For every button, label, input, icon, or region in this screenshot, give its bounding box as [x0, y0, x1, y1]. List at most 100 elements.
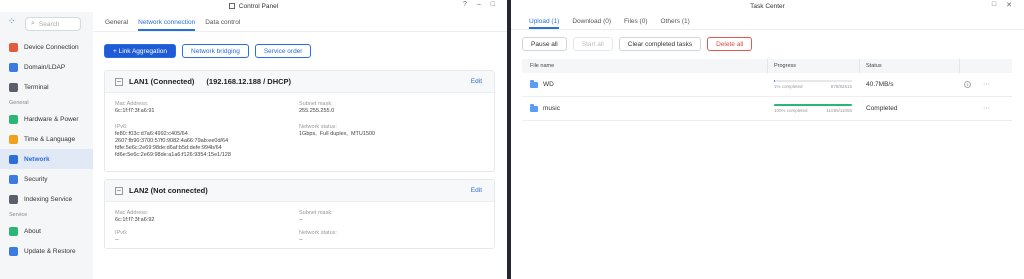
pause-all-button[interactable]: Pause all [522, 37, 567, 51]
close-button[interactable]: ✕ [1006, 1, 1012, 9]
search-placeholder: Search [38, 20, 60, 28]
task-center-titlebar: Task Center □ ✕ [511, 0, 1024, 12]
about-icon [9, 226, 18, 236]
lan2-network-status: Network status: -- [299, 230, 337, 244]
column-header-name: File name [530, 63, 555, 69]
sidebar-item-label: Update & Restore [24, 247, 76, 255]
sidebar: Device Connection Domain/LDAP Terminal G… [0, 37, 93, 279]
lan1-edit-link[interactable]: Edit [471, 78, 482, 85]
field-value: 6c:1f:f7:3f:a6:91 [115, 108, 155, 114]
status-cell: Completed [866, 105, 898, 112]
sidebar-item-label: Hardware & Power [24, 115, 79, 123]
field-value: -- [299, 217, 303, 223]
sidebar-item-terminal[interactable]: Terminal [0, 77, 93, 97]
hardware-power-icon [9, 114, 18, 124]
pause-icon[interactable]: ll [964, 81, 971, 88]
lan1-header: – LAN1 (Connected) (192.168.12.188 / DHC… [105, 71, 494, 93]
sidebar-item-label: Security [24, 175, 48, 183]
tab-general[interactable]: General [105, 19, 128, 31]
update-restore-icon [9, 246, 18, 256]
sidebar-item-security[interactable]: Security [0, 169, 93, 189]
domain-ldap-icon [9, 62, 18, 72]
table-row[interactable]: music 100% completed 11055/11055 Complet… [522, 97, 1012, 121]
network-action-buttons: + Link Aggregation Network bridging Serv… [104, 44, 312, 58]
task-center-window: Task Center □ ✕ Upload (1) Download (0) … [511, 0, 1024, 279]
sidebar-item-label: Terminal [24, 83, 49, 91]
tab-upload[interactable]: Upload (1) [529, 18, 560, 29]
tab-bar: General Network connection Data control [93, 12, 507, 32]
sidebar-item-label: Time & Language [24, 135, 76, 143]
tab-download[interactable]: Download (0) [572, 18, 611, 29]
sidebar-item-indexing-service[interactable]: Indexing Service [0, 189, 93, 209]
lan1-title: LAN1 (Connected) [129, 77, 195, 86]
tab-others[interactable]: Others (1) [661, 18, 690, 29]
task-center-title: Task Center [750, 2, 785, 10]
help-button[interactable]: ? [463, 1, 467, 8]
maximize-button[interactable]: □ [491, 1, 495, 8]
more-options-icon[interactable]: ··· [983, 105, 990, 112]
apps-grid-icon[interactable]: ⁘ [8, 17, 16, 26]
sidebar-item-device-connection[interactable]: Device Connection [0, 37, 93, 57]
field-label: IPv6: [115, 230, 128, 236]
field-value: 1Gbps, Full duplex, MTU1500 [299, 131, 376, 137]
start-all-button[interactable]: Start all [572, 37, 613, 51]
link-aggregation-button[interactable]: + Link Aggregation [104, 44, 177, 58]
search-input[interactable]: ⌕ Search [25, 17, 81, 31]
column-divider [959, 59, 960, 73]
lan1-mac: Mac Address: 6c:1f:f7:3f:a6:91 [115, 101, 154, 115]
sidebar-section-general: General [9, 100, 29, 106]
service-order-button[interactable]: Service order [254, 44, 312, 58]
progress-percent: 100% completed [774, 108, 808, 113]
lan1-subnet: Subnet mask: 255.255.255.0 [299, 101, 334, 115]
lan2-mac: Mac Address: 6c:1f:f7:3f:a6:92 [115, 210, 154, 224]
lan2-subnet: Subnet mask: -- [299, 210, 333, 224]
clear-completed-button[interactable]: Clear completed tasks [618, 37, 702, 51]
control-panel-app-icon [228, 3, 235, 9]
lan2-header: – LAN2 (Not connected) Edit [105, 180, 494, 202]
folder-icon [530, 103, 538, 112]
lan2-title: LAN2 (Not connected) [129, 186, 208, 195]
progress-fill [774, 80, 775, 82]
lan2-edit-link[interactable]: Edit [471, 187, 482, 194]
field-label: Network status: [299, 124, 337, 130]
search-icon: ⌕ [31, 20, 35, 27]
network-icon [9, 154, 18, 164]
column-header-progress: Progress [774, 63, 797, 69]
lan1-ipv6: IPv6: fe80::f03c:d7a6:4992:c405/64 2607:… [115, 124, 231, 159]
field-label: Subnet mask: [299, 210, 333, 216]
task-table: File name Progress Status WD 1% complete… [522, 59, 1012, 121]
collapse-icon[interactable]: – [115, 186, 123, 195]
file-name-cell: WD [530, 79, 554, 88]
sidebar-item-domain-ldap[interactable]: Domain/LDAP [0, 57, 93, 77]
tab-network-connection[interactable]: Network connection [138, 19, 196, 31]
lan2-ipv6: IPv6: -- [115, 230, 128, 244]
maximize-button[interactable]: □ [992, 1, 996, 9]
sidebar-item-hardware-power[interactable]: Hardware & Power [0, 109, 93, 129]
progress-cell: 100% completed 11055/11055 [774, 104, 852, 113]
table-row[interactable]: WD 1% completed 879/82515 40.7MB/s ll ··… [522, 73, 1012, 97]
progress-bar [774, 80, 852, 82]
more-options-icon[interactable]: ··· [983, 81, 990, 88]
field-label: Mac Address: [115, 101, 149, 107]
progress-percent: 1% completed [774, 84, 803, 89]
collapse-icon[interactable]: – [115, 77, 123, 86]
sidebar-item-network[interactable]: Network [0, 149, 93, 169]
file-name: WD [543, 81, 554, 88]
progress-bar [774, 104, 852, 106]
sidebar-item-time-language[interactable]: Time & Language [0, 129, 93, 149]
delete-all-button[interactable]: Delete all [707, 37, 753, 51]
minimize-button[interactable]: – [477, 1, 481, 8]
control-panel-window: Control Panel ? – □ ⁘ ⌕ Search Device Co… [0, 0, 507, 279]
task-action-buttons: Pause all Start all Clear completed task… [522, 37, 753, 51]
sidebar-item-update-restore[interactable]: Update & Restore [0, 241, 93, 261]
field-value: fe80::f03c:d7a6:4992:c405/64 2607:fb90:3… [115, 131, 231, 158]
sidebar-item-about[interactable]: About [0, 221, 93, 241]
tab-data-control[interactable]: Data control [205, 19, 240, 31]
sidebar-item-label: Device Connection [24, 43, 79, 51]
device-connection-icon [9, 42, 18, 52]
indexing-icon [9, 194, 18, 204]
field-label: IPv6: [115, 124, 128, 130]
tab-files[interactable]: Files (0) [624, 18, 647, 29]
network-bridging-button[interactable]: Network bridging [182, 44, 249, 58]
control-panel-titlebar: Control Panel ? – □ [0, 0, 507, 12]
